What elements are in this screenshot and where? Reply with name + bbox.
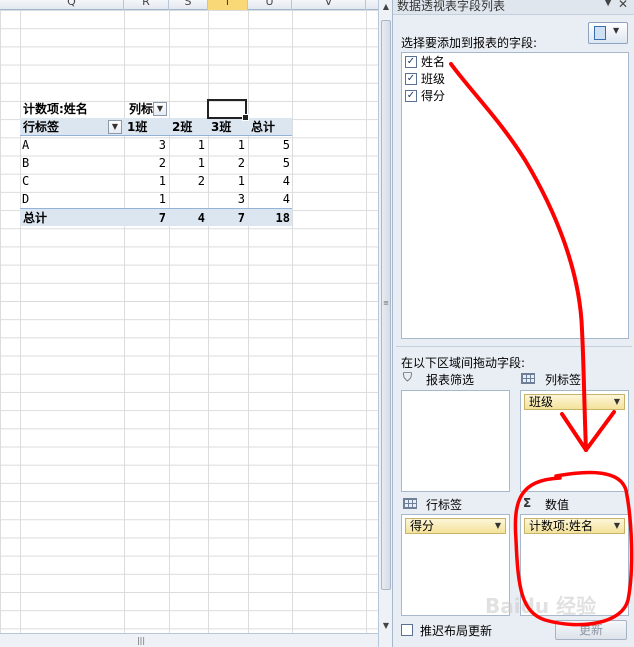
- field-layout-button[interactable]: ▼: [588, 22, 628, 44]
- row-label: C: [22, 174, 30, 188]
- scroll-grip-icon[interactable]: |||: [136, 636, 146, 645]
- spreadsheet-grid[interactable]: Q R S T U V 计数项:姓名 列标 ▼ 行标签 ▼ 1班 2班 3班 总…: [0, 0, 378, 647]
- row-label: A: [22, 138, 30, 152]
- table-cell: 2: [158, 156, 166, 170]
- row-label: D: [22, 192, 30, 206]
- table-cell: 1: [158, 192, 166, 206]
- table-cell: 2: [197, 174, 205, 188]
- scroll-up-icon[interactable]: ▲: [380, 0, 392, 14]
- defer-checkbox[interactable]: [401, 624, 413, 636]
- close-icon[interactable]: ✕: [618, 0, 628, 11]
- column-headers: Q R S T U V: [0, 0, 378, 10]
- values-title: 数值: [545, 498, 570, 512]
- table-cell: 4: [197, 211, 205, 225]
- scroll-down-icon[interactable]: ▼: [380, 619, 392, 633]
- choose-fields-label: 选择要添加到报表的字段:: [401, 36, 538, 50]
- scroll-thumb[interactable]: ≡: [381, 20, 391, 590]
- table-cell: 4: [282, 192, 290, 206]
- value-field-chip[interactable]: 计数项:姓名 ▼: [524, 518, 625, 534]
- active-cell-selection[interactable]: [207, 99, 249, 121]
- report-filter-area[interactable]: [401, 390, 510, 492]
- table-cell: 18: [275, 211, 290, 225]
- field-label: 班级: [421, 72, 446, 86]
- column-labels-icon: [521, 373, 535, 384]
- table-cell: 2: [237, 156, 245, 170]
- table-cell: 4: [282, 174, 290, 188]
- table-row[interactable]: B 2 1 2 5: [20, 154, 292, 172]
- chevron-down-icon[interactable]: ▼: [495, 519, 501, 533]
- table-row[interactable]: C 1 2 1 4: [20, 172, 292, 190]
- pivot-header-row-2: 行标签 ▼ 1班 2班 3班 总计: [20, 118, 292, 136]
- col-header-class3: 3班: [211, 120, 232, 134]
- table-cell: 1: [197, 156, 205, 170]
- watermark: Baidu 经验: [485, 594, 597, 618]
- col-header-class2: 2班: [172, 120, 193, 134]
- column-header-s[interactable]: S: [169, 0, 208, 10]
- column-field-chip[interactable]: 班级 ▼: [524, 394, 625, 410]
- layout-icon: [594, 26, 606, 40]
- grid-line: [292, 10, 293, 633]
- chip-label: 计数项:姓名: [529, 519, 594, 533]
- chevron-down-icon: ▼: [613, 26, 620, 35]
- table-cell: 1: [237, 138, 245, 152]
- column-labels-area[interactable]: 班级 ▼: [520, 390, 629, 492]
- filter-icon: ⛉: [403, 370, 413, 384]
- column-header-v[interactable]: V: [292, 0, 366, 10]
- column-header-r[interactable]: R: [124, 0, 169, 10]
- scroll-grip-icon: ≡: [383, 299, 389, 307]
- vertical-scrollbar[interactable]: ▲ ≡ ▼: [378, 0, 392, 647]
- column-labels-title: 列标签: [545, 373, 582, 387]
- table-cell: [169, 190, 205, 208]
- field-checkbox[interactable]: ✓: [405, 90, 417, 102]
- row-field-chip[interactable]: 得分 ▼: [405, 518, 506, 534]
- column-header-q[interactable]: Q: [20, 0, 124, 10]
- table-cell: 1: [158, 174, 166, 188]
- field-list[interactable]: ✓ 姓名 ✓ 班级 ✓ 得分: [401, 52, 629, 339]
- chip-label: 班级: [529, 395, 554, 409]
- table-cell: 7: [158, 211, 166, 225]
- update-button[interactable]: 更新: [555, 620, 627, 640]
- chevron-down-icon[interactable]: ▼: [614, 395, 620, 409]
- column-filter-dropdown-icon[interactable]: ▼: [153, 102, 167, 116]
- row-labels-header[interactable]: 行标签: [23, 118, 59, 136]
- data-field-label[interactable]: 计数项:姓名: [23, 100, 88, 118]
- chevron-down-icon[interactable]: ▼: [614, 519, 620, 533]
- table-cell: 5: [282, 156, 290, 170]
- col-header-class1: 1班: [127, 120, 148, 134]
- table-cell: 3: [158, 138, 166, 152]
- report-filter-title: 报表筛选: [426, 373, 475, 387]
- pane-options-chevron-icon[interactable]: ▼: [604, 0, 612, 8]
- pane-splitter[interactable]: [396, 346, 632, 349]
- sigma-icon: Σ: [523, 496, 532, 510]
- row-labels-icon: [403, 498, 417, 509]
- table-cell: 7: [237, 211, 245, 225]
- table-cell: 3: [237, 192, 245, 206]
- field-label: 姓名: [421, 55, 446, 69]
- defer-label: 推迟布局更新: [420, 624, 493, 638]
- row-label: B: [22, 156, 30, 170]
- table-row[interactable]: A 3 1 1 5: [20, 136, 292, 154]
- chip-label: 得分: [410, 519, 435, 533]
- grand-total-label: 总计: [23, 211, 48, 225]
- pane-title: 数据透视表字段列表: [397, 0, 506, 13]
- table-row[interactable]: D 1 3 4: [20, 190, 292, 208]
- grid-line: [366, 10, 367, 633]
- row-filter-dropdown-icon[interactable]: ▼: [108, 120, 122, 134]
- field-checkbox[interactable]: ✓: [405, 56, 417, 68]
- horizontal-scrollbar[interactable]: |||: [0, 633, 378, 647]
- column-header-u[interactable]: U: [248, 0, 292, 10]
- grand-total-row[interactable]: 总计 7 4 7 18: [20, 208, 292, 226]
- pivot-header-row-1: 计数项:姓名 列标 ▼: [20, 100, 292, 118]
- col-header-total: 总计: [251, 120, 276, 134]
- column-header-t[interactable]: T: [208, 0, 248, 10]
- table-cell: 1: [197, 138, 205, 152]
- drag-fields-label: 在以下区域间拖动字段:: [401, 356, 526, 370]
- field-label: 得分: [421, 89, 446, 103]
- table-cell: 1: [237, 174, 245, 188]
- field-checkbox[interactable]: ✓: [405, 73, 417, 85]
- row-labels-title: 行标签: [426, 498, 463, 512]
- table-cell: 5: [282, 138, 290, 152]
- column-labels-header[interactable]: 列标: [129, 100, 153, 118]
